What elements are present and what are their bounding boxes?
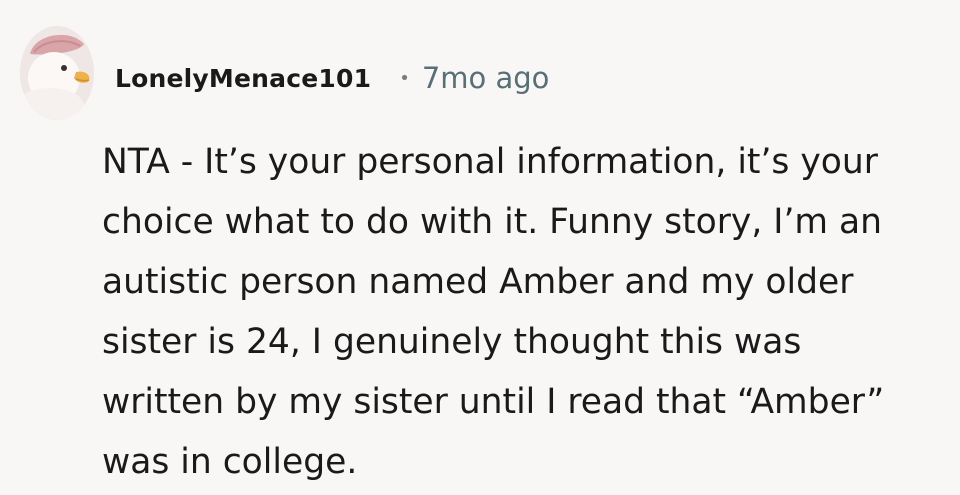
comment-body: NTA - It’s your personal information, it… [102,132,952,492]
comment-body-line: written by my sister until I read that “… [102,382,885,422]
meta-separator: • [399,67,410,89]
comment-meta: LonelyMenace101 • 7mo ago [115,58,549,98]
comment-body-line: NTA - It’s your personal information, it… [102,142,878,182]
comment-timestamp[interactable]: 7mo ago [422,61,550,95]
author-username[interactable]: LonelyMenace101 [115,64,371,93]
comment-body-line: was in college. [102,442,358,482]
comment-body-line: autistic person named Amber and my older [102,262,854,302]
comment: LonelyMenace101 • 7mo ago NTA - It’s you… [0,0,960,495]
duck-avatar-icon[interactable] [20,26,94,120]
comment-body-line: choice what to do with it. Funny story, … [102,202,882,242]
comment-body-line: sister is 24, I genuinely thought this w… [102,322,802,362]
